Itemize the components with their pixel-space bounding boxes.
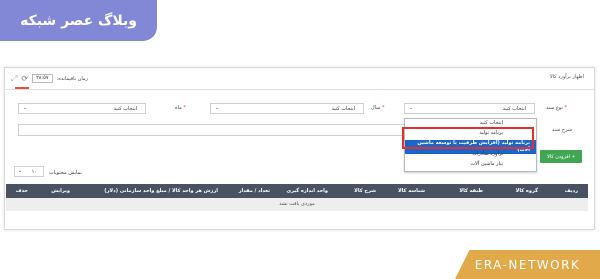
time-remaining-label: زمان باقیمانده: <box>56 75 88 82</box>
col-value[interactable]: ارزش هر واحد کالا / مبلغ واحد سازمانی (د… <box>104 188 218 194</box>
page-size-label: نمایش محتویات <box>49 170 82 176</box>
dropdown-option[interactable]: برنامه تولید <box>405 130 536 137</box>
year-label: * سال <box>371 105 385 111</box>
year-select[interactable]: انتخاب کنید ⌄ <box>210 103 364 114</box>
chevron-down-icon: ⌄ <box>23 105 28 111</box>
page-title: اظهار برآورد کالا <box>549 74 584 80</box>
timer-bar: ⤢ ⟳ ۲۸:۵۷ زمان باقیمانده: <box>11 74 88 83</box>
page-size-select[interactable]: ۱۰ ⌄ <box>14 166 44 177</box>
dropdown-option[interactable]: نیاز ماشین آلات <box>405 161 536 168</box>
month-label: * ماه <box>175 105 186 111</box>
col-group[interactable]: گروه کالا <box>516 188 538 194</box>
dropdown-option[interactable]: برآورد صادرات <box>405 151 536 158</box>
panel-header: اظهار برآورد کالا ⤢ ⟳ ۲۸:۵۷ زمان باقیمان… <box>5 68 594 90</box>
add-item-label: افزودن کالا <box>547 153 571 160</box>
col-desc[interactable]: شرح کالا <box>354 188 376 194</box>
table-empty-row: موردی یافت نشد <box>6 198 588 211</box>
plus-icon: + <box>572 153 575 160</box>
chevron-down-icon: ⌄ <box>409 105 414 111</box>
chevron-down-icon: ⌄ <box>18 168 23 174</box>
doc-type-select[interactable]: انتخاب کنید ⌄ <box>404 103 535 114</box>
col-class[interactable]: طبقه کالا <box>459 188 483 194</box>
col-qty[interactable]: تعداد / مقدار <box>239 188 270 194</box>
col-edit[interactable]: ویرایش <box>51 188 70 194</box>
doc-description-label: شرح سند <box>552 127 573 133</box>
col-id[interactable]: شناسه کالا <box>398 188 425 194</box>
refresh-icon[interactable]: ⟳ <box>21 74 28 83</box>
col-unit[interactable]: واحد اندازه گیری <box>287 188 328 194</box>
time-remaining-value: ۲۸:۵۷ <box>32 74 53 83</box>
header-divider <box>5 89 594 90</box>
brand-watermark: ERA-NETWORK <box>455 250 600 279</box>
col-delete[interactable]: حذف <box>16 188 28 194</box>
col-row[interactable]: ردیف <box>565 188 578 194</box>
month-select[interactable]: انتخاب کنید ⌄ <box>18 103 146 114</box>
chevron-down-icon: ⌄ <box>215 105 220 111</box>
doc-type-label: * نوع سند <box>546 105 567 111</box>
add-item-button[interactable]: + افزودن کالا <box>540 150 582 163</box>
expand-icon[interactable]: ⤢ <box>11 74 17 83</box>
watermark-badge: وبلاگ عصر شبکه <box>0 0 157 41</box>
table-header: ردیف گروه کالا طبقه کالا شناسه کالا شرح … <box>6 184 588 198</box>
dropdown-option[interactable]: انتخاب کنید <box>405 120 536 127</box>
doc-type-dropdown: انتخاب کنید برنامه تولید برنامه تولید (ا… <box>404 118 537 172</box>
